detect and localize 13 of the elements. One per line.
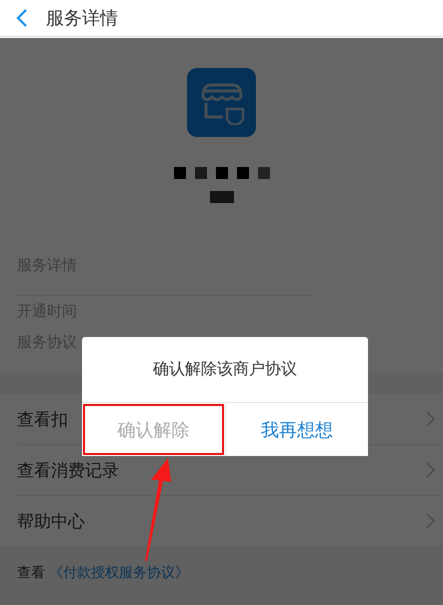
cancel-button[interactable]: 我再想想	[224, 403, 368, 456]
chevron-icon	[426, 513, 435, 529]
back-button[interactable]	[16, 8, 28, 28]
masked-text	[210, 191, 234, 203]
page-title: 服务详情	[46, 7, 118, 30]
agreement-link[interactable]: 《付款授权服务协议》	[49, 564, 189, 582]
store-icon	[187, 68, 256, 137]
chevron-icon	[426, 462, 435, 478]
back-icon	[16, 8, 28, 28]
footer-text: 查看	[17, 564, 45, 582]
confirm-button[interactable]: 确认解除	[82, 403, 224, 456]
chevron-icon	[426, 411, 435, 427]
dialog-message: 确认解除该商户协议	[152, 358, 298, 380]
